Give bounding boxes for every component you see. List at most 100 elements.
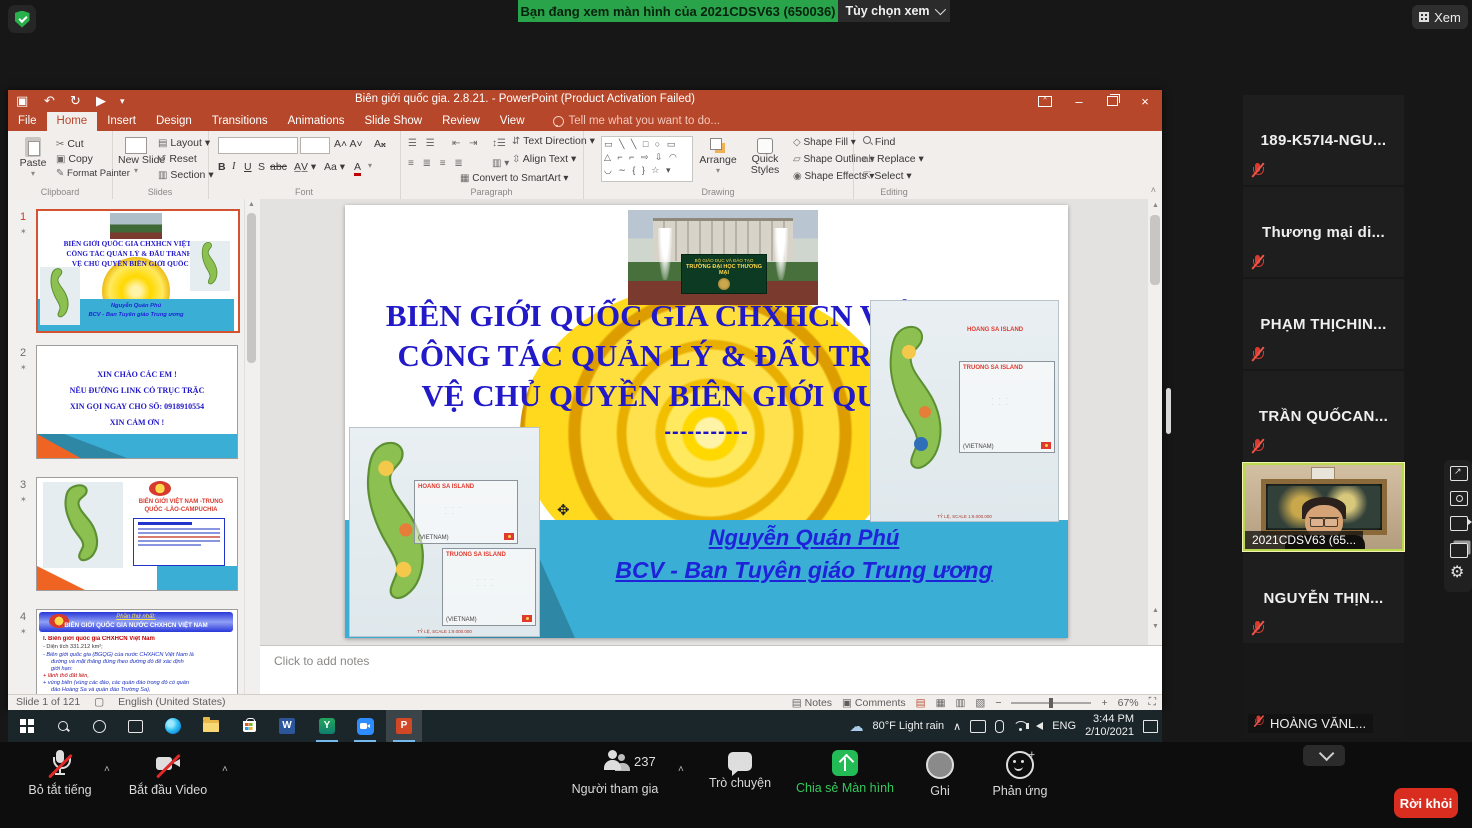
comments-toggle[interactable]: ▣ Comments <box>842 697 906 709</box>
font-color-dropdown[interactable]: ▾ <box>368 161 372 170</box>
leave-meeting-button[interactable]: Rời khỏi <box>1394 788 1458 818</box>
trans-app-icon[interactable]: Y <box>312 710 342 742</box>
zoom-percent[interactable]: 67% <box>1118 697 1139 709</box>
sidebar-collapse-chevron[interactable] <box>1303 745 1345 766</box>
weather-text[interactable]: 80°F Light rain <box>872 720 944 732</box>
task-view-icon[interactable] <box>120 710 150 742</box>
slide-editor-area[interactable]: BỘ GIÁO DỤC VÀ ĐÀO TẠO TRƯỜNG ĐẠI HỌC TH… <box>260 199 1148 645</box>
powerpoint-app-icon[interactable]: P <box>389 710 419 742</box>
tab-slideshow[interactable]: Slide Show <box>355 112 433 131</box>
close-icon[interactable]: × <box>1128 90 1162 112</box>
tab-file[interactable]: File <box>8 112 47 131</box>
grow-font-icon[interactable]: A˄ A˅ <box>334 138 363 150</box>
participants-button[interactable]: 237 Người tham gia <box>560 750 670 796</box>
shape-gallery[interactable]: ▭ ╲ ╲ □ ○ ▭△ ⌐ ⌐ ⇨ ⇩ ◠◡ ∼ { } ☆ ▾ <box>601 136 693 182</box>
notes-toggle[interactable]: ▤ Notes <box>792 697 832 709</box>
restore-icon[interactable] <box>1095 90 1129 112</box>
view-sorter-icon[interactable]: ▦ <box>936 697 946 709</box>
gallery-view-icon[interactable] <box>1450 543 1468 558</box>
slide-thumbnail-2[interactable]: XIN CHÀO CÁC EM ! NẾU ĐƯỜNG LINK CÓ TRỤC… <box>36 345 238 459</box>
keyboard-language[interactable]: ENG <box>1052 720 1076 732</box>
settings-gear-icon[interactable]: ⚙ <box>1450 566 1466 579</box>
tell-me-box[interactable]: Tell me what you want to do... <box>535 112 721 131</box>
shape-fill-button[interactable]: ◇ Shape Fill ▾ <box>793 137 856 148</box>
find-button[interactable]: Find <box>863 136 895 148</box>
search-icon[interactable] <box>48 710 78 742</box>
bullets-numbering-icons[interactable]: ☰ ☰ <box>408 137 438 149</box>
collapse-ribbon-icon[interactable]: ˄ <box>1151 185 1156 195</box>
tab-review[interactable]: Review <box>432 112 490 131</box>
new-slide-button[interactable]: New Slide▾ <box>118 137 154 175</box>
align-icons[interactable]: ≡ ≣ ≡ ≣ <box>408 157 466 169</box>
record-button[interactable]: Ghi <box>910 750 970 798</box>
store-icon[interactable] <box>234 710 264 742</box>
zoom-slider[interactable] <box>1011 702 1091 704</box>
replace-button[interactable]: ab Replace ▾ <box>863 153 924 165</box>
zoom-in-icon[interactable]: + <box>1101 697 1107 709</box>
bold-button[interactable]: B <box>218 161 226 173</box>
font-color-button[interactable]: A <box>354 161 361 176</box>
video-options-chevron[interactable]: ˄ <box>222 764 228 775</box>
scroll-up-icon[interactable]: ▲ <box>248 201 255 208</box>
slide-thumbnail-4[interactable]: Phần thứ nhất: BIÊN GIỚI QUỐC GIA NƯỚC C… <box>36 609 238 694</box>
scroll-up-icon[interactable]: ▲ <box>1152 202 1159 209</box>
share-screen-button[interactable]: Chia sẻ Màn hình <box>790 750 900 795</box>
video-icon[interactable] <box>1450 516 1468 531</box>
participant-tile[interactable]: Thương mại di... <box>1243 187 1404 277</box>
participant-tile[interactable]: PHẠM THỊCHIN... <box>1243 279 1404 369</box>
active-speaker-video-tile[interactable]: 2021CDSV63 (65... <box>1243 463 1404 551</box>
view-slideshow-icon[interactable]: ▧ <box>975 697 985 709</box>
copy-button[interactable]: ▣ Copy <box>56 153 93 165</box>
language-status[interactable]: English (United States) <box>118 696 225 708</box>
select-button[interactable]: ⇱ Select ▾ <box>863 170 912 182</box>
pin-share-icon[interactable] <box>1450 466 1468 481</box>
word-icon[interactable]: W <box>272 710 302 742</box>
minimize-icon[interactable]: – <box>1062 90 1096 112</box>
participants-chevron[interactable]: ˄ <box>678 764 684 775</box>
cut-button[interactable]: ✂ Cut <box>56 138 84 150</box>
slide-thumbnail-1[interactable]: BIÊN GIỚI QUỐC GIA CHXHCN VIỆT NAM; CÔNG… <box>36 209 240 333</box>
tab-animations[interactable]: Animations <box>278 112 355 131</box>
view-normal-icon[interactable]: ▤ <box>916 697 926 709</box>
tab-design[interactable]: Design <box>146 112 202 131</box>
editor-scrollbar[interactable]: ▲ ▲ ▼ <box>1148 199 1162 645</box>
scrollbar-thumb[interactable] <box>247 213 256 363</box>
zoom-out-icon[interactable]: − <box>995 697 1001 709</box>
camera-tray-icon[interactable] <box>970 720 986 733</box>
mute-button[interactable]: Bỏ tắt tiếng <box>16 750 104 797</box>
start-button[interactable] <box>12 710 42 742</box>
tray-expand-icon[interactable]: ∧ <box>953 720 961 733</box>
character-spacing-button[interactable]: A̲V̲ ▾ <box>294 161 316 173</box>
reset-button[interactable]: ↺ Reset <box>158 153 197 165</box>
tab-transitions[interactable]: Transitions <box>202 112 278 131</box>
zoom-app-icon[interactable] <box>350 710 380 742</box>
participant-tile[interactable]: 189-K57I4-NGU... <box>1243 95 1404 185</box>
view-gallery-button[interactable]: Xem <box>1412 5 1468 29</box>
slide-thumbnail-3[interactable]: BIÊN GIỚI VIỆT NAM -TRUNG QUỐC -LÀO-CAMP… <box>36 477 238 591</box>
zoom-slider-knob[interactable] <box>1049 698 1053 708</box>
next-slide-icon[interactable]: ▼ <box>1152 623 1159 630</box>
slide-canvas[interactable]: BỘ GIÁO DỤC VÀ ĐÀO TẠO TRƯỜNG ĐẠI HỌC TH… <box>345 205 1068 638</box>
line-spacing-icon[interactable]: ↕☰ <box>492 137 506 149</box>
section-button[interactable]: ▥ Section ▾ <box>158 169 214 181</box>
arrange-button[interactable]: Arrange▾ <box>695 138 741 175</box>
tab-insert[interactable]: Insert <box>97 112 146 131</box>
columns-icon[interactable]: ▥ ▾ <box>492 157 509 169</box>
indent-icons[interactable]: ⇤ ⇥ <box>452 137 481 149</box>
change-case-button[interactable]: Aa ▾ <box>324 161 345 173</box>
previous-slide-icon[interactable]: ▲ <box>1152 607 1159 614</box>
scrollbar-thumb[interactable] <box>1150 215 1160 285</box>
participant-tile[interactable]: NGUYỄN THỊN... <box>1243 553 1404 643</box>
view-reading-icon[interactable]: ▥ <box>956 697 966 709</box>
paste-button[interactable]: Paste▾ <box>16 137 50 178</box>
mute-options-chevron[interactable]: ˄ <box>104 764 110 775</box>
tab-view[interactable]: View <box>490 112 535 131</box>
cortana-icon[interactable] <box>84 710 114 742</box>
view-options-button[interactable]: Tùy chọn xem <box>838 0 950 22</box>
ribbon-display-options-icon[interactable]: ^ <box>1028 90 1062 112</box>
underline-button[interactable]: U <box>244 161 252 173</box>
font-size-box[interactable] <box>300 137 330 154</box>
fit-slide-icon[interactable]: ⛶ <box>1149 696 1156 709</box>
reactions-button[interactable]: + Phản ứng <box>980 750 1060 798</box>
sidebar-scrollbar[interactable] <box>1166 388 1171 434</box>
